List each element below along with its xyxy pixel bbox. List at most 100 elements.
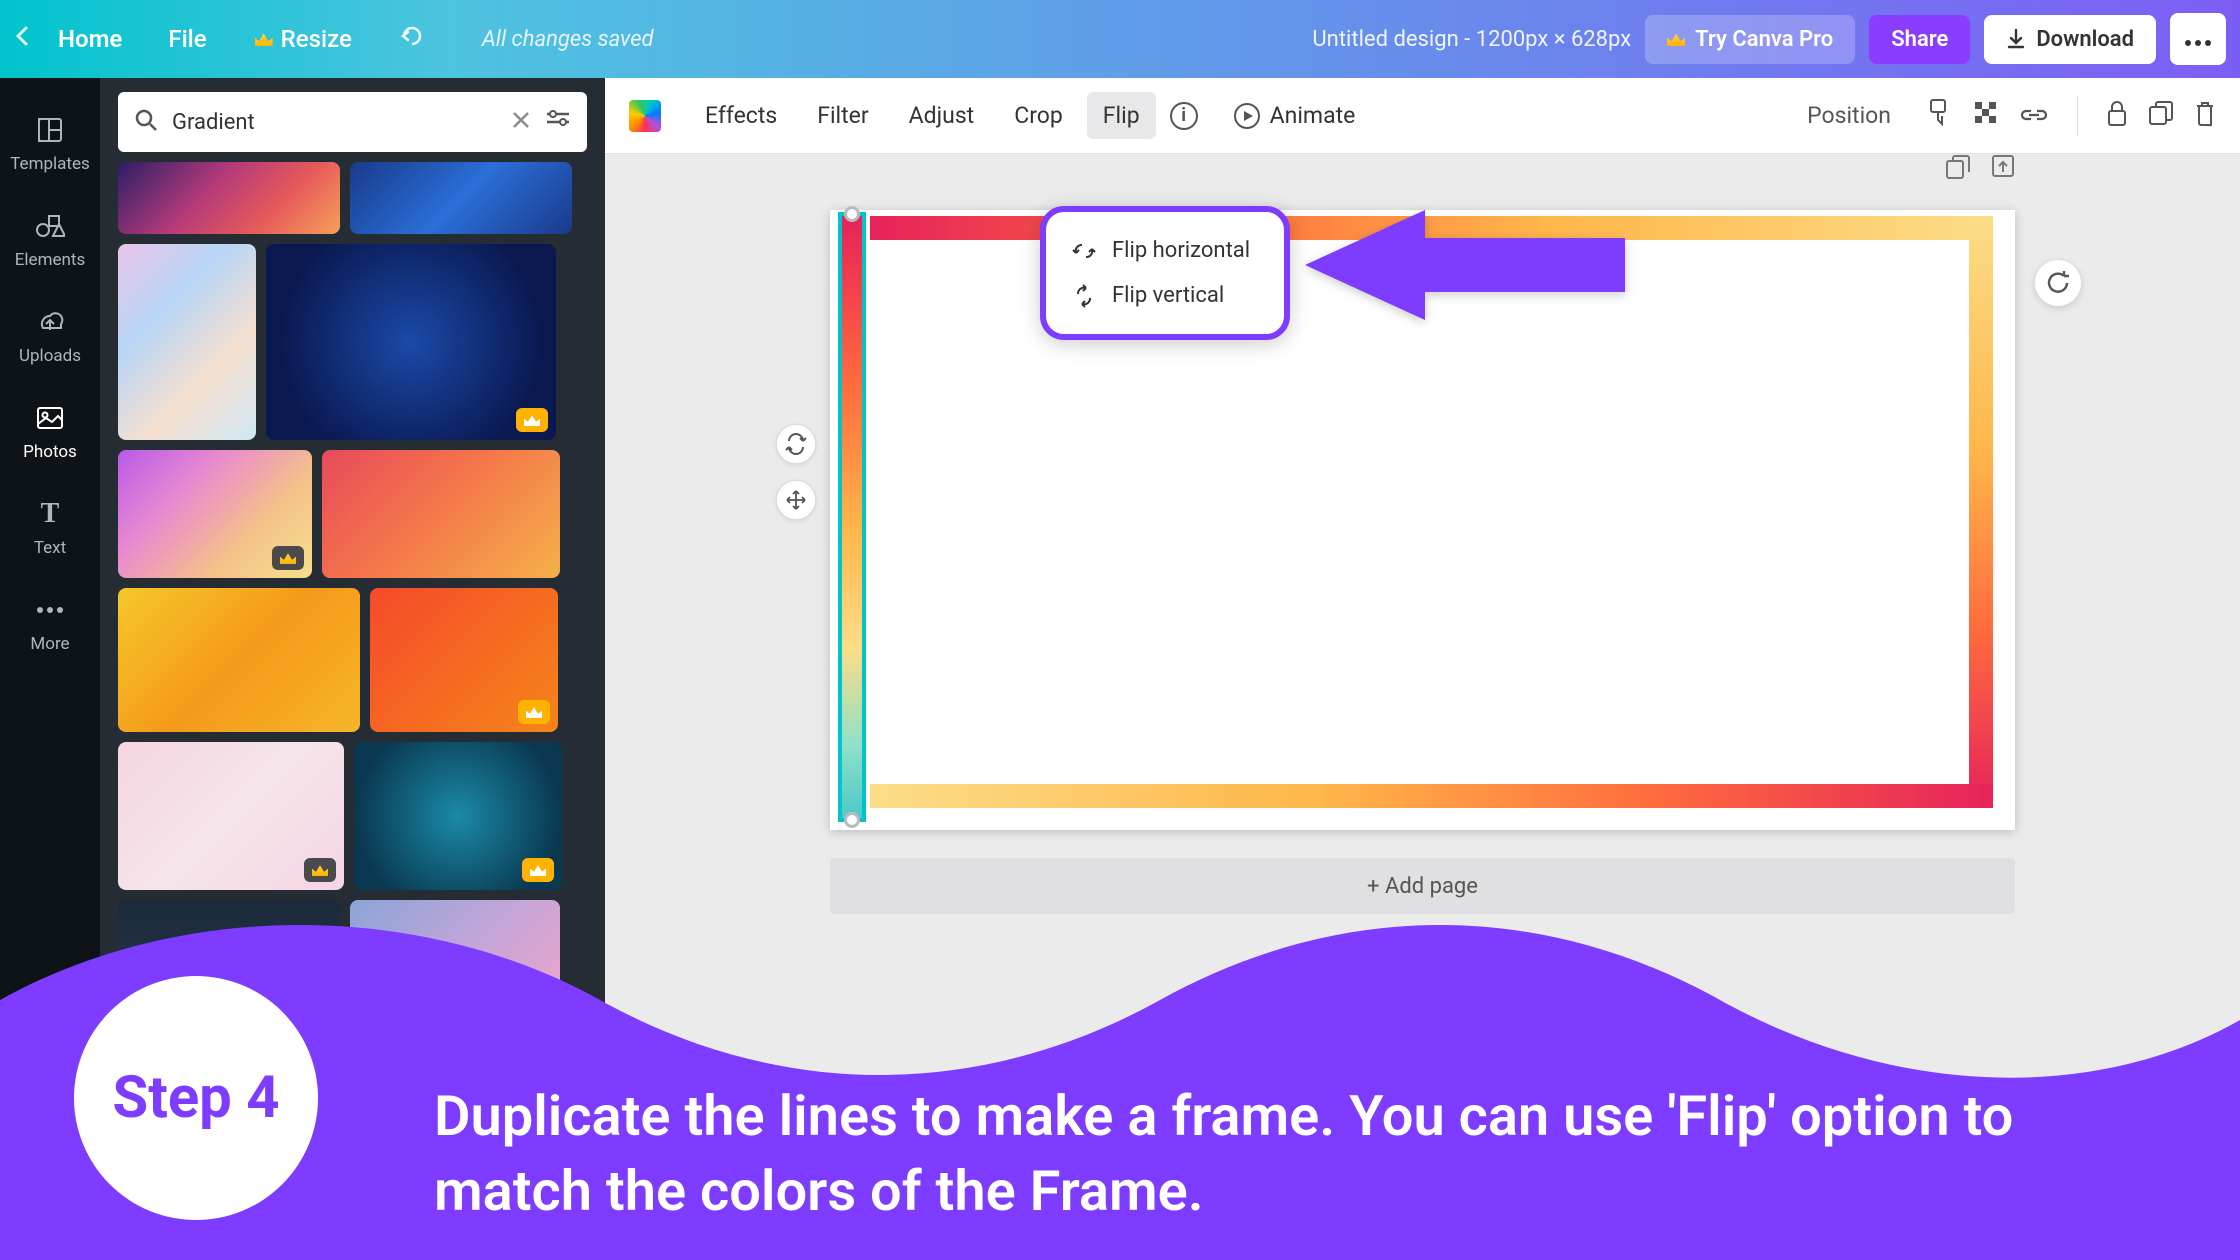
canvas-area: Effects Filter Adjust Crop Flip i Animat… — [605, 78, 2240, 1260]
sidebar-item-label: Photos — [23, 442, 77, 462]
swap-icon[interactable] — [776, 424, 816, 464]
gradient-frame-left-selected[interactable] — [838, 212, 866, 822]
annotation-arrow — [1305, 210, 1625, 324]
duplicate-icon[interactable] — [2148, 100, 2174, 132]
file-menu[interactable]: File — [168, 25, 206, 53]
more-icon — [34, 594, 66, 626]
gradient-thumbnail[interactable] — [354, 742, 562, 890]
gradient-thumbnail[interactable] — [118, 588, 360, 732]
animate-icon — [1234, 103, 1260, 129]
sidebar-templates[interactable]: Templates — [0, 96, 100, 192]
sidebar-item-label: More — [30, 634, 69, 654]
sidebar-more[interactable]: More — [0, 576, 100, 672]
download-button[interactable]: Download — [1984, 15, 2156, 64]
move-icon[interactable] — [776, 480, 816, 520]
transparency-icon[interactable] — [1973, 100, 1999, 132]
premium-badge — [272, 546, 304, 570]
share-label: Share — [1891, 27, 1948, 52]
expand-page-icon[interactable] — [1991, 154, 2015, 184]
gradient-thumbnail[interactable] — [118, 900, 340, 1040]
context-toolbar: Effects Filter Adjust Crop Flip i Animat… — [605, 78, 2240, 154]
animate-button[interactable]: Animate — [1218, 92, 1372, 139]
premium-badge — [522, 858, 554, 882]
flip-vertical-item[interactable]: Flip vertical — [1056, 273, 1274, 318]
refresh-button[interactable] — [2035, 260, 2081, 306]
download-icon — [2006, 28, 2026, 50]
sidebar-item-label: Templates — [10, 154, 90, 174]
color-swatch[interactable] — [629, 100, 661, 132]
animate-label: Animate — [1270, 102, 1356, 129]
gradient-frame-right[interactable] — [1969, 216, 1993, 808]
gradient-frame-bottom[interactable] — [870, 784, 1993, 808]
resize-label: Resize — [281, 25, 352, 53]
selection-handle[interactable] — [844, 206, 860, 222]
search-panel — [100, 78, 605, 1260]
results-grid — [118, 162, 587, 1040]
add-page-button[interactable]: + Add page — [830, 858, 2015, 914]
copy-style-icon[interactable] — [1927, 98, 1953, 134]
gradient-thumbnail[interactable] — [370, 588, 558, 732]
premium-badge — [518, 700, 550, 724]
gradient-thumbnail[interactable] — [350, 900, 560, 1040]
sidebar-item-label: Text — [34, 538, 66, 558]
adjust-button[interactable]: Adjust — [893, 92, 991, 139]
gradient-thumbnail[interactable] — [350, 162, 572, 234]
save-status: All changes saved — [482, 27, 654, 52]
ellipsis-icon — [2184, 39, 2212, 47]
link-icon[interactable] — [2019, 102, 2049, 129]
flip-horizontal-icon — [1072, 239, 1096, 263]
templates-icon — [34, 114, 66, 146]
sidebar-elements[interactable]: Elements — [0, 192, 100, 288]
gradient-thumbnail[interactable] — [266, 244, 556, 440]
premium-badge — [304, 858, 336, 882]
text-icon: T — [34, 498, 66, 530]
gradient-thumbnail[interactable] — [118, 244, 256, 440]
lock-icon[interactable] — [2106, 99, 2128, 133]
more-button[interactable] — [2170, 13, 2226, 65]
sidebar-item-label: Elements — [15, 250, 85, 270]
document-title[interactable]: Untitled design - 1200px × 628px — [1312, 27, 1631, 52]
search-icon — [134, 108, 158, 136]
back-chevron-icon[interactable] — [14, 24, 30, 54]
flip-horizontal-item[interactable]: Flip horizontal — [1056, 228, 1274, 273]
gradient-thumbnail[interactable] — [322, 450, 560, 578]
top-bar: Home File Resize All changes saved Untit… — [0, 0, 2240, 78]
search-input[interactable] — [172, 110, 497, 135]
copy-page-icon[interactable] — [1945, 154, 1971, 184]
flip-h-label: Flip horizontal — [1112, 238, 1250, 263]
download-label: Download — [2036, 27, 2134, 52]
crown-icon — [255, 32, 273, 46]
photos-icon — [34, 402, 66, 434]
premium-badge — [516, 408, 548, 432]
clear-icon[interactable] — [511, 110, 531, 134]
flip-button[interactable]: Flip — [1087, 92, 1156, 139]
selection-handle[interactable] — [844, 812, 860, 828]
search-box — [118, 92, 587, 152]
trash-icon[interactable] — [2194, 99, 2216, 133]
gradient-thumbnail[interactable] — [118, 742, 344, 890]
try-pro-button[interactable]: Try Canva Pro — [1645, 15, 1855, 64]
effects-button[interactable]: Effects — [689, 92, 793, 139]
filter-icon[interactable] — [545, 110, 571, 134]
sidebar-item-label: Uploads — [19, 346, 81, 366]
sidebar-text[interactable]: T Text — [0, 480, 100, 576]
add-page-label: + Add page — [1367, 874, 1478, 899]
home-link[interactable]: Home — [58, 25, 122, 53]
sidebar-photos[interactable]: Photos — [0, 384, 100, 480]
sidebar-uploads[interactable]: Uploads — [0, 288, 100, 384]
gradient-thumbnail[interactable] — [118, 450, 312, 578]
undo-icon[interactable] — [398, 24, 426, 54]
try-pro-label: Try Canva Pro — [1695, 27, 1833, 52]
flip-dropdown: Flip horizontal Flip vertical — [1040, 206, 1290, 340]
elements-icon — [34, 210, 66, 242]
crop-button[interactable]: Crop — [998, 92, 1079, 139]
uploads-icon — [34, 306, 66, 338]
info-icon[interactable]: i — [1170, 102, 1198, 130]
resize-button[interactable]: Resize — [255, 25, 352, 53]
filter-button[interactable]: Filter — [801, 92, 884, 139]
narrow-sidebar: Templates Elements Uploads Photos T Text… — [0, 78, 100, 1260]
crown-icon — [1667, 32, 1685, 46]
share-button[interactable]: Share — [1869, 15, 1970, 64]
position-button[interactable]: Position — [1791, 92, 1907, 139]
gradient-thumbnail[interactable] — [118, 162, 340, 234]
